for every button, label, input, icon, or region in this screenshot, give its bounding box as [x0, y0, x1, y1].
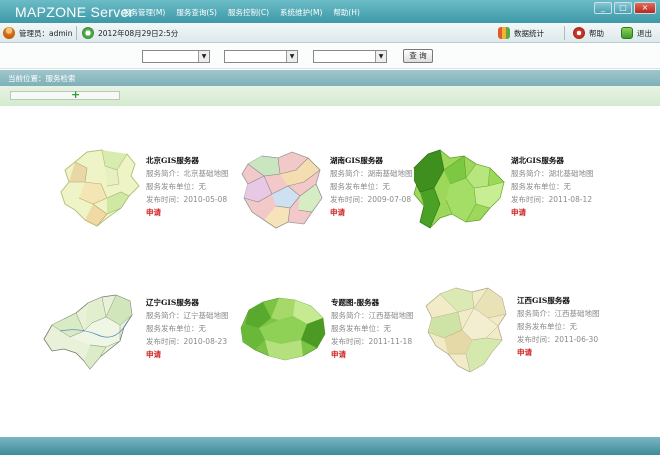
apply-link[interactable]: 申请 — [146, 206, 229, 219]
card-info: 专题图-服务器 服务简介：江西基础地图 服务发布单位：无 发布时间：2011-1… — [331, 296, 414, 361]
user-icon — [3, 27, 15, 39]
liaoning-map[interactable] — [40, 291, 136, 373]
card-title[interactable]: 辽宁GIS服务器 — [146, 296, 229, 309]
plus-icon: + — [71, 88, 81, 101]
user-label: 管理员：admin — [19, 28, 73, 38]
card-unit: 服务发布单位：无 — [331, 324, 391, 333]
help-icon — [573, 27, 585, 39]
stats-label: 数据统计 — [514, 28, 544, 38]
filter-bar: ▼ ▼ ▼ — [0, 44, 660, 69]
apply-link[interactable]: 申请 — [517, 346, 600, 359]
help-label: 帮助 — [589, 28, 604, 38]
maximize-button[interactable]: □ — [614, 2, 632, 14]
toolbar-divider — [76, 26, 77, 40]
exit-icon — [621, 27, 633, 39]
card-date: 发布时间：2011-08-12 — [511, 195, 593, 204]
card-info: 辽宁GIS服务器 服务简介：辽宁基础地图 服务发布单位：无 发布时间：2010-… — [146, 296, 229, 361]
card-desc: 服务简介：湖北基础地图 — [511, 169, 594, 178]
datetime-info: 2012年08月29日2:5分 — [82, 27, 178, 39]
card-title[interactable]: 北京GIS服务器 — [146, 154, 229, 167]
filter-select-3[interactable]: ▼ — [313, 50, 387, 63]
title-bar: MAPZONE Server 服务管理(M) 服务查询(S) 服务控制(C) 系… — [0, 0, 660, 23]
card-date: 发布时间：2009-07-08 — [330, 195, 412, 204]
jiangxi-map[interactable] — [422, 284, 510, 374]
card-desc: 服务简介：北京基础地图 — [146, 169, 229, 178]
card-title[interactable]: 专题图-服务器 — [331, 296, 414, 309]
card-date: 发布时间：2011-11-18 — [331, 337, 413, 346]
card-desc: 服务简介：江西基础地图 — [517, 309, 600, 318]
apply-link[interactable]: 申请 — [330, 206, 413, 219]
filter-select-2[interactable]: ▼ — [224, 50, 298, 63]
card-unit: 服务发布单位：无 — [511, 182, 571, 191]
minimize-button[interactable]: _ — [594, 2, 612, 14]
menu-system-maintain[interactable]: 系统维护(M) — [280, 7, 322, 18]
toolbar-divider — [564, 26, 565, 40]
apply-link[interactable]: 申请 — [146, 348, 229, 361]
datetime-label: 2012年08月29日2:5分 — [98, 28, 179, 38]
menu-service-control[interactable]: 服务控制(C) — [228, 7, 269, 18]
card-desc: 服务简介：辽宁基础地图 — [146, 311, 229, 320]
card-info: 湖南GIS服务器 服务简介：湖南基础地图 服务发布单位：无 发布时间：2009-… — [330, 154, 413, 219]
card-desc: 服务简介：湖南基础地图 — [330, 169, 413, 178]
apply-link[interactable]: 申请 — [511, 206, 594, 219]
breadcrumb: 当前位置：服务检索 — [0, 70, 660, 86]
toolbar: 管理员：admin 2012年08月29日2:5分 数据统计 帮助 退出 — [0, 23, 660, 43]
filter-select-1[interactable]: ▼ — [142, 50, 210, 63]
close-button[interactable]: × — [634, 2, 656, 14]
card-title[interactable]: 湖北GIS服务器 — [511, 154, 594, 167]
card-unit: 服务发布单位：无 — [517, 322, 577, 331]
query-button[interactable]: 查 询 — [403, 49, 433, 63]
help-button[interactable]: 帮助 — [573, 27, 604, 39]
exit-label: 退出 — [637, 28, 652, 38]
user-info: 管理员：admin — [3, 27, 73, 39]
card-desc: 服务简介：江西基础地图 — [331, 311, 414, 320]
card-date: 发布时间：2010-08-23 — [146, 337, 228, 346]
exit-button[interactable]: 退出 — [621, 27, 652, 39]
menu-help[interactable]: 帮助(H) — [333, 7, 360, 18]
menu-bar: 服务管理(M) 服务查询(S) 服务控制(C) 系统维护(M) 帮助(H) — [123, 7, 360, 18]
status-bar — [0, 437, 660, 455]
clock-icon — [82, 27, 94, 39]
hubei-map[interactable] — [410, 148, 510, 230]
chart-icon — [498, 27, 510, 39]
chevron-down-icon: ▼ — [375, 51, 386, 62]
card-info: 湖北GIS服务器 服务简介：湖北基础地图 服务发布单位：无 发布时间：2011-… — [511, 154, 594, 219]
window-controls: _ □ × — [594, 2, 656, 14]
card-info: 北京GIS服务器 服务简介：北京基础地图 服务发布单位：无 发布时间：2010-… — [146, 154, 229, 219]
beijing-map[interactable] — [57, 148, 141, 228]
add-box[interactable]: + — [10, 88, 120, 101]
card-date: 发布时间：2011-06-30 — [517, 335, 599, 344]
apply-link[interactable]: 申请 — [331, 348, 414, 361]
card-title[interactable]: 湖南GIS服务器 — [330, 154, 413, 167]
menu-service-manage[interactable]: 服务管理(M) — [123, 7, 165, 18]
card-unit: 服务发布单位：无 — [146, 182, 206, 191]
card-title[interactable]: 江西GIS服务器 — [517, 294, 600, 307]
card-date: 发布时间：2010-05-08 — [146, 195, 228, 204]
thematic-map[interactable] — [235, 294, 329, 362]
stats-button[interactable]: 数据统计 — [498, 27, 544, 39]
card-info: 江西GIS服务器 服务简介：江西基础地图 服务发布单位：无 发布时间：2011-… — [517, 294, 600, 359]
chevron-down-icon: ▼ — [198, 51, 209, 62]
chevron-down-icon: ▼ — [286, 51, 297, 62]
card-unit: 服务发布单位：无 — [330, 182, 390, 191]
card-unit: 服务发布单位：无 — [146, 324, 206, 333]
hunan-map[interactable] — [238, 150, 326, 230]
app-title: MAPZONE Server — [15, 4, 134, 20]
menu-service-query[interactable]: 服务查询(S) — [176, 7, 217, 18]
